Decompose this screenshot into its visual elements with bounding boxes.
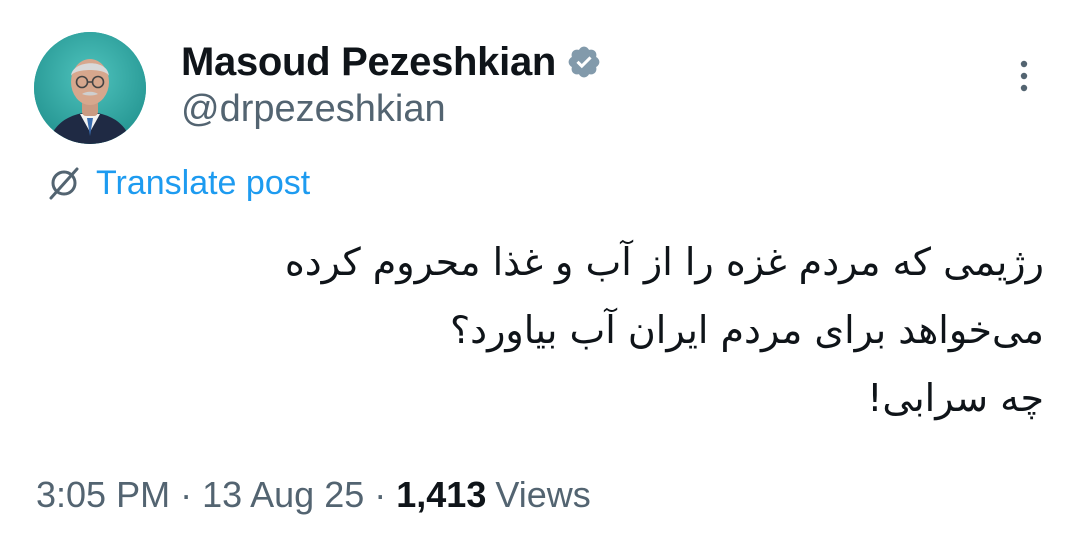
author-display-name[interactable]: Masoud Pezeshkian bbox=[181, 40, 556, 85]
views-count[interactable]: 1,413 bbox=[396, 474, 486, 516]
author-name-row: Masoud Pezeshkian bbox=[181, 38, 602, 86]
views-label: Views bbox=[495, 474, 591, 515]
translate-post-button[interactable]: Translate post bbox=[44, 161, 310, 205]
avatar-image bbox=[34, 32, 146, 144]
translate-post-label: Translate post bbox=[96, 163, 311, 202]
tweet-text: رژیمی که مردم غزه را از آب و غذا محروم ک… bbox=[164, 228, 1044, 432]
tweet-line: رژیمی که مردم غزه را از آب و غذا محروم ک… bbox=[284, 240, 1044, 284]
avatar[interactable] bbox=[34, 32, 146, 144]
tweet-line: چه سرابی! bbox=[867, 376, 1044, 420]
author-handle[interactable]: @drpezeshkian bbox=[181, 88, 446, 131]
more-vertical-icon[interactable] bbox=[1008, 56, 1040, 96]
globe-translate-icon bbox=[44, 163, 84, 203]
tweet-line: می‌خواهد برای مردم ایران آب بیاورد؟ bbox=[449, 308, 1044, 352]
meta-separator: · bbox=[180, 474, 193, 515]
tweet-time[interactable]: 3:05 PM bbox=[36, 474, 170, 516]
tweet-meta: 3:05 PM · 13 Aug 25 · 1,413 Views bbox=[36, 470, 591, 520]
verified-badge-icon[interactable] bbox=[566, 44, 602, 80]
meta-separator: · bbox=[374, 474, 387, 515]
tweet-date[interactable]: 13 Aug 25 bbox=[202, 474, 364, 516]
